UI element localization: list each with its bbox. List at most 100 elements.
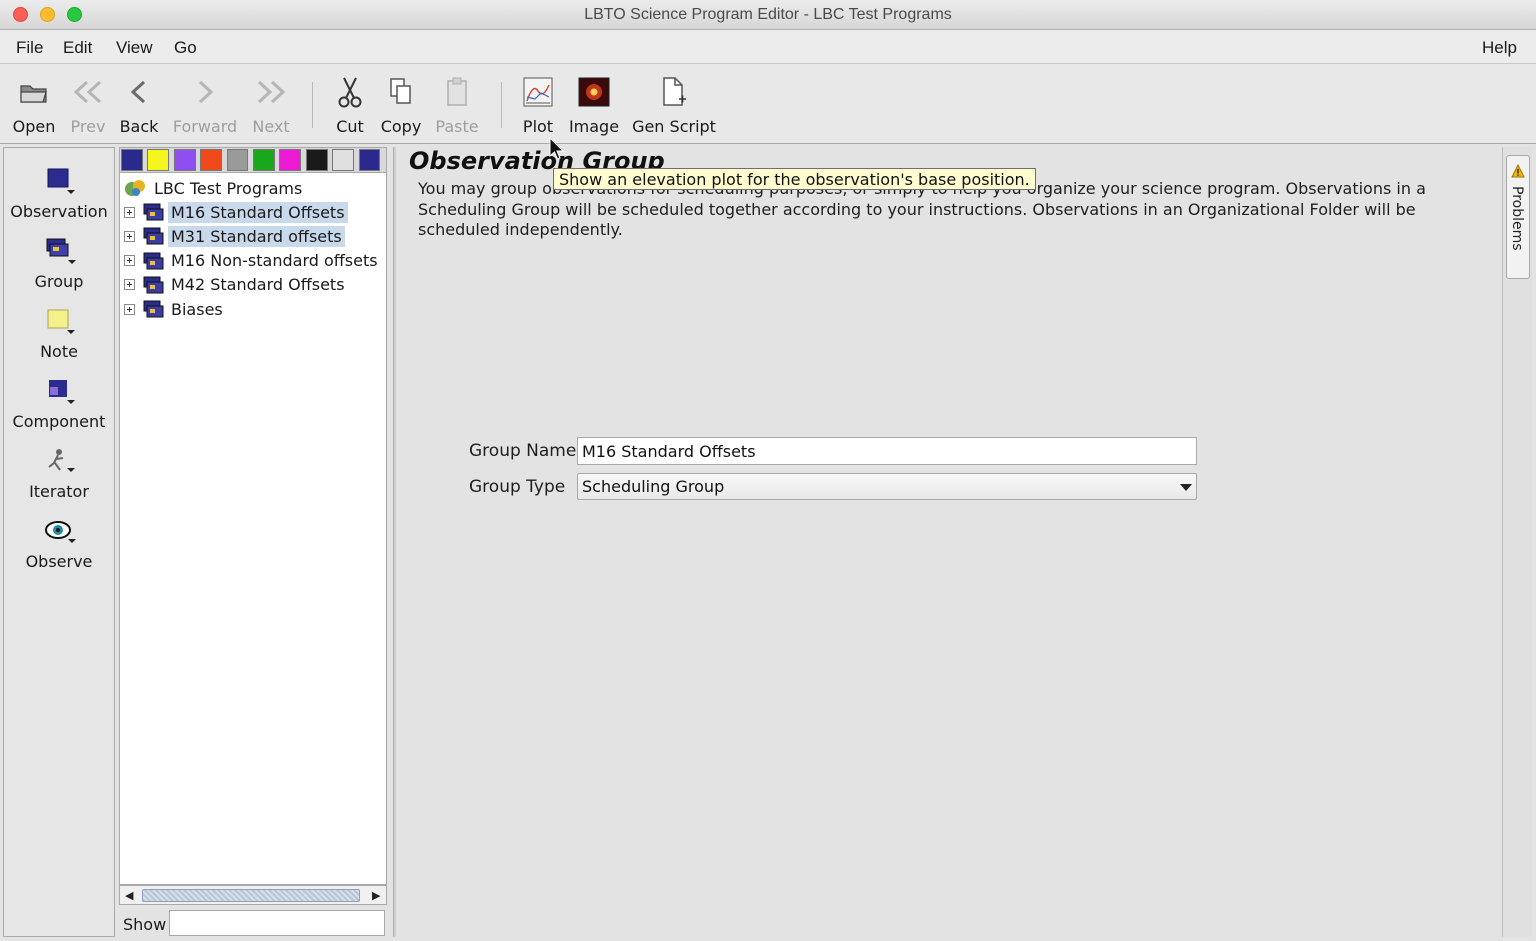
image-label: Image — [568, 117, 620, 136]
open-button[interactable]: Open — [8, 74, 60, 138]
program-tree-panel: LBC Test Programs M16 Standard Offsets M3… — [119, 147, 387, 937]
prev-button[interactable]: Prev — [66, 74, 110, 138]
palette-group-label: Group — [34, 272, 84, 291]
palette-note[interactable]: Note — [4, 304, 114, 361]
color-filter-swatch[interactable] — [173, 149, 196, 171]
tree-item-group[interactable]: Biases — [124, 297, 226, 321]
cut-button[interactable]: Cut — [328, 74, 372, 138]
palette-component[interactable]: Component — [4, 374, 114, 431]
expand-plus-icon[interactable] — [124, 230, 135, 242]
paste-label: Paste — [435, 117, 479, 136]
palette-iterator[interactable]: Iterator — [4, 444, 114, 501]
copy-button[interactable]: Copy — [378, 74, 424, 138]
group-folder-icon — [143, 252, 164, 270]
show-filter-input[interactable] — [169, 910, 385, 936]
menu-view[interactable]: View — [116, 38, 153, 58]
warning-icon — [1511, 164, 1525, 178]
folder-open-icon — [8, 74, 60, 110]
group-type-select[interactable]: Scheduling Group — [577, 473, 1197, 500]
image-icon — [567, 74, 621, 110]
scroll-right-icon[interactable]: ▶ — [372, 889, 380, 902]
palette-observe-label: Observe — [25, 552, 93, 571]
group-folder-icon — [143, 300, 164, 318]
menu-bar: File Edit View Go Help — [0, 30, 1536, 64]
copy-label: Copy — [380, 117, 422, 136]
tree-item-group[interactable]: M16 Non-standard offsets — [124, 249, 381, 273]
tree-horizontal-scrollbar[interactable]: ◀ ▶ — [119, 885, 387, 905]
back-button[interactable]: Back — [116, 74, 162, 138]
expand-plus-icon[interactable] — [124, 303, 135, 315]
color-filter-swatch[interactable] — [332, 149, 355, 171]
tree-root[interactable]: LBC Test Programs — [124, 177, 305, 199]
tree-item-group[interactable]: M31 Standard offsets — [124, 224, 345, 248]
expand-plus-icon[interactable] — [124, 279, 135, 291]
color-filter-swatch[interactable] — [305, 149, 328, 171]
group-folder-icon — [143, 276, 164, 294]
color-filter-swatch[interactable] — [279, 149, 302, 171]
forward-label: Forward — [172, 117, 238, 136]
next-button[interactable]: Next — [248, 74, 294, 138]
plot-button[interactable]: Plot — [518, 74, 558, 138]
menu-go[interactable]: Go — [174, 38, 197, 58]
toolbar-separator — [312, 82, 313, 128]
scroll-left-icon[interactable]: ◀ — [125, 889, 133, 902]
eye-icon — [4, 514, 114, 548]
cut-label: Cut — [336, 117, 364, 136]
color-filter-swatch[interactable] — [253, 149, 275, 171]
editor-panel: Observation Group You may group observat… — [398, 147, 1502, 937]
plot-icon — [518, 74, 558, 110]
group-folder-icon — [143, 227, 164, 245]
menu-edit[interactable]: Edit — [63, 38, 92, 58]
color-filter-swatch[interactable] — [121, 149, 143, 171]
note-icon — [4, 304, 114, 338]
palette-group[interactable]: Group — [4, 234, 114, 291]
expand-plus-icon[interactable] — [124, 255, 135, 267]
color-filter-swatch[interactable] — [358, 149, 381, 171]
program-tree[interactable]: LBC Test Programs M16 Standard Offsets M3… — [119, 172, 387, 885]
problems-tab[interactable]: Problems — [1506, 155, 1530, 279]
problems-sidebar: Problems — [1502, 147, 1532, 937]
clipboard-icon — [434, 74, 480, 110]
tree-item-label: Biases — [171, 299, 223, 319]
split-pane-divider[interactable] — [393, 147, 396, 937]
menu-file[interactable]: File — [16, 38, 43, 58]
tree-item-label: M16 Standard Offsets — [168, 201, 348, 223]
scrollbar-thumb[interactable] — [142, 889, 360, 902]
tree-item-group[interactable]: M42 Standard Offsets — [124, 273, 348, 297]
show-filter-row: Show — [119, 909, 387, 937]
tree-item-label: M42 Standard Offsets — [171, 275, 345, 295]
title-bar: LBTO Science Program Editor - LBC Test P… — [0, 0, 1536, 30]
program-icon — [125, 180, 145, 196]
show-label: Show — [123, 915, 167, 934]
palette-observation-label: Observation — [10, 202, 108, 221]
tree-root-label: LBC Test Programs — [154, 178, 303, 198]
expand-plus-icon[interactable] — [124, 206, 135, 218]
paste-button[interactable]: Paste — [434, 74, 480, 138]
gen-script-button[interactable]: Gen Script — [630, 74, 718, 138]
observation-icon — [4, 164, 114, 198]
iterator-icon — [4, 444, 114, 478]
group-name-field[interactable] — [577, 437, 1197, 465]
problems-tab-label: Problems — [1509, 186, 1525, 251]
menu-help[interactable]: Help — [1482, 38, 1517, 58]
palette-component-label: Component — [12, 412, 106, 431]
scissors-icon — [328, 74, 372, 110]
gen-script-label: Gen Script — [632, 117, 716, 136]
toolbar: Open Prev Back Forward Next Cut Copy Pas… — [0, 64, 1536, 144]
color-filter-swatch[interactable] — [147, 149, 170, 171]
prev-label: Prev — [70, 117, 106, 136]
component-icon — [4, 374, 114, 408]
forward-button[interactable]: Forward — [170, 74, 240, 138]
window-title: LBTO Science Program Editor - LBC Test P… — [584, 6, 952, 23]
group-folder-icon — [143, 203, 164, 221]
color-filter-swatch[interactable] — [200, 149, 223, 171]
dropdown-arrow-icon — [1180, 484, 1192, 491]
color-filter-swatch[interactable] — [226, 149, 249, 171]
image-button[interactable]: Image — [567, 74, 621, 138]
double-chevron-right-icon — [248, 74, 294, 110]
palette-observe[interactable]: Observe — [4, 514, 114, 571]
tree-item-group[interactable]: M16 Standard Offsets — [124, 200, 348, 224]
palette-observation[interactable]: Observation — [4, 164, 114, 221]
group-icon — [4, 234, 114, 268]
chevron-right-icon — [170, 74, 240, 110]
